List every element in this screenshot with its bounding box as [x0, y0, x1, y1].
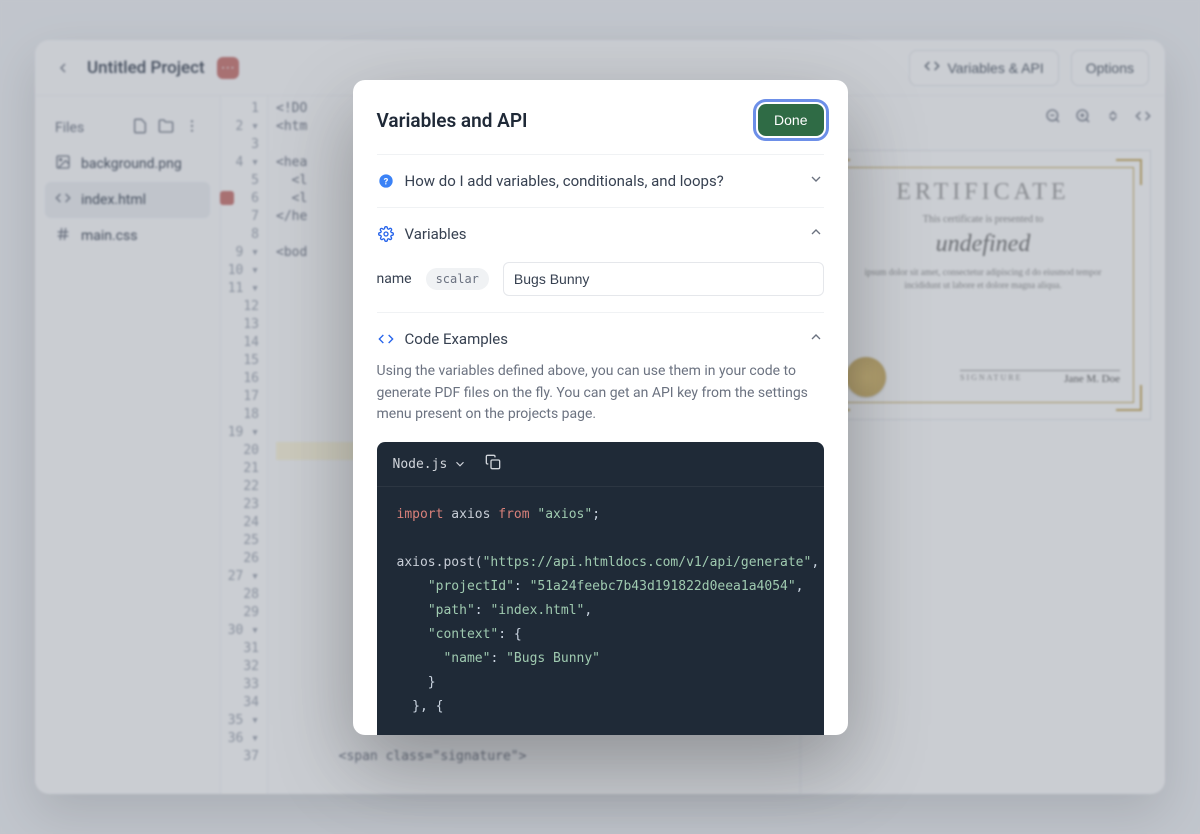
variables-api-modal: Variables and API Done ? How do I add va… — [353, 80, 848, 735]
code-icon — [377, 330, 395, 348]
modal-overlay[interactable]: Variables and API Done ? How do I add va… — [0, 0, 1200, 834]
help-section-toggle[interactable]: ? How do I add variables, conditionals, … — [377, 171, 824, 191]
code-example-block: Node.js import axios from "axios"; axios… — [377, 442, 824, 735]
help-icon: ? — [377, 172, 395, 190]
gear-icon — [377, 225, 395, 243]
code-content[interactable]: import axios from "axios"; axios.post("h… — [377, 487, 824, 735]
variable-value-input[interactable] — [503, 262, 824, 296]
variable-name-label: name — [377, 271, 412, 287]
done-button[interactable]: Done — [758, 104, 823, 136]
code-examples-section-toggle[interactable]: Code Examples — [377, 329, 824, 349]
language-selector[interactable]: Node.js — [393, 457, 468, 472]
help-question: How do I add variables, conditionals, an… — [405, 172, 798, 190]
variable-type-pill: scalar — [426, 268, 489, 290]
code-examples-header: Code Examples — [405, 330, 798, 348]
modal-title: Variables and API — [377, 109, 528, 132]
variables-header: Variables — [405, 225, 798, 243]
chevron-up-icon — [808, 224, 824, 244]
variables-section-toggle[interactable]: Variables — [377, 224, 824, 244]
code-examples-description: Using the variables defined above, you c… — [377, 361, 824, 426]
svg-text:?: ? — [383, 176, 388, 187]
copy-icon[interactable] — [485, 454, 501, 474]
chevron-down-icon — [808, 171, 824, 191]
chevron-up-icon — [808, 329, 824, 349]
